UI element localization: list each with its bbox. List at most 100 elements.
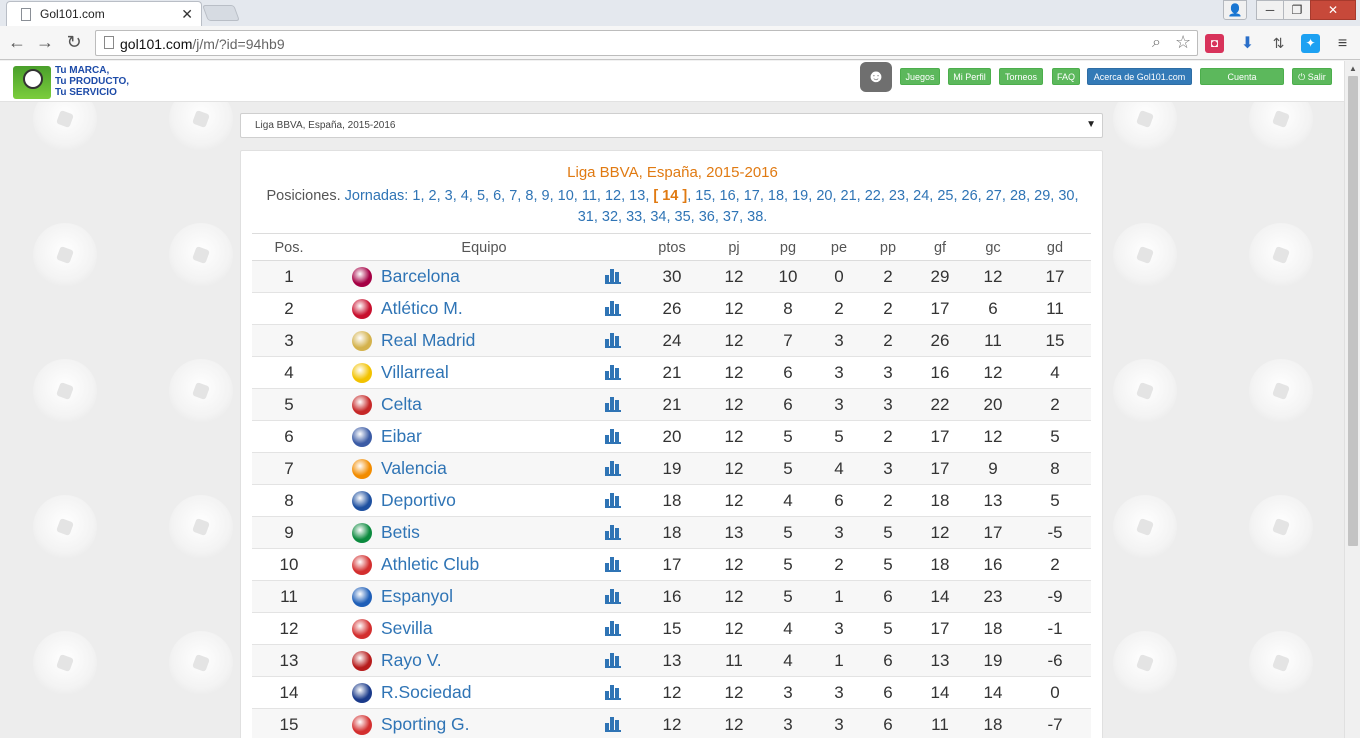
round-link[interactable]: 15 <box>695 188 711 204</box>
nav-mi-perfil-button[interactable]: Mi Perfil <box>948 68 991 85</box>
team-link[interactable]: Sevilla <box>381 618 433 639</box>
nav-about-button[interactable]: Acerca de Gol101.com <box>1087 68 1192 85</box>
round-link[interactable]: 30 <box>1058 188 1074 204</box>
user-profile-icon[interactable]: 👤 <box>1223 0 1247 20</box>
round-link[interactable]: 17 <box>744 188 760 204</box>
bar-chart-icon[interactable] <box>605 717 622 732</box>
bookmark-star-icon[interactable]: ☆ <box>1175 32 1191 53</box>
round-link[interactable]: 5 <box>477 188 485 204</box>
team-link[interactable]: Real Madrid <box>381 330 475 351</box>
nav-logout-button[interactable]: ⏻ Salir <box>1292 68 1332 85</box>
close-window-button[interactable]: ✕ <box>1310 0 1356 20</box>
round-link[interactable]: 4 <box>461 188 469 204</box>
round-link[interactable]: 2 <box>429 188 437 204</box>
round-link[interactable]: 31 <box>578 209 594 225</box>
team-link[interactable]: Atlético M. <box>381 298 463 319</box>
browser-tab[interactable]: Gol101.com ✕ <box>6 1 202 27</box>
address-bar[interactable]: gol101.com/j/m/?id=94hb9 ⌕ ☆ <box>95 30 1198 56</box>
bar-chart-icon[interactable] <box>605 621 622 636</box>
minimize-button[interactable]: ─ <box>1256 0 1284 20</box>
round-link[interactable]: 34 <box>650 209 666 225</box>
round-link[interactable]: 32 <box>602 209 618 225</box>
team-link[interactable]: Valencia <box>381 458 447 479</box>
round-link[interactable]: 3 <box>445 188 453 204</box>
round-link[interactable]: 21 <box>841 188 857 204</box>
bar-chart-icon[interactable] <box>605 269 622 284</box>
round-link[interactable]: 20 <box>816 188 832 204</box>
team-link[interactable]: Espanyol <box>381 586 453 607</box>
cell-pos: 1 <box>284 267 294 286</box>
round-link[interactable]: 37 <box>723 209 739 225</box>
bar-chart-icon[interactable] <box>605 397 622 412</box>
team-link[interactable]: Eibar <box>381 426 422 447</box>
round-link-current[interactable]: [ 14 ] <box>653 188 687 204</box>
round-link[interactable]: 10 <box>558 188 574 204</box>
team-link[interactable]: Sporting G. <box>381 714 470 735</box>
cell-pp: 5 <box>883 523 893 542</box>
bar-chart-icon[interactable] <box>605 301 622 316</box>
team-link[interactable]: Celta <box>381 394 422 415</box>
round-link[interactable]: 6 <box>493 188 501 204</box>
nav-premium-button[interactable]: Cuenta PREMIUM <box>1200 68 1284 99</box>
tab-close-icon[interactable]: ✕ <box>181 6 193 23</box>
bar-chart-icon[interactable] <box>605 685 622 700</box>
menu-icon[interactable]: ≡ <box>1333 34 1352 53</box>
round-link[interactable]: 38 <box>747 209 763 225</box>
round-link[interactable]: 25 <box>937 188 953 204</box>
nav-faq-button[interactable]: FAQ <box>1052 68 1080 85</box>
back-icon[interactable]: ← <box>6 32 28 54</box>
sort-arrows-icon[interactable]: ⇅ <box>1269 34 1288 53</box>
team-link[interactable]: Deportivo <box>381 490 456 511</box>
forward-icon[interactable]: → <box>34 32 56 54</box>
team-link[interactable]: Rayo V. <box>381 650 442 671</box>
nav-juegos-button[interactable]: Juegos <box>900 68 940 85</box>
team-link[interactable]: Villarreal <box>381 362 449 383</box>
round-link[interactable]: 29 <box>1034 188 1050 204</box>
scroll-up-icon[interactable]: ▲ <box>1349 64 1357 73</box>
bar-chart-icon[interactable] <box>605 429 622 444</box>
round-link[interactable]: 12 <box>605 188 621 204</box>
round-link[interactable]: 9 <box>542 188 550 204</box>
round-link[interactable]: 19 <box>792 188 808 204</box>
bar-chart-icon[interactable] <box>605 461 622 476</box>
maximize-button[interactable]: ❐ <box>1283 0 1311 20</box>
extension-icon[interactable]: ◘ <box>1205 34 1224 53</box>
download-icon[interactable]: ⬇ <box>1238 34 1257 53</box>
team-link[interactable]: Athletic Club <box>381 554 479 575</box>
search-icon[interactable]: ⌕ <box>1152 34 1161 52</box>
bar-chart-icon[interactable] <box>605 333 622 348</box>
round-link[interactable]: 18 <box>768 188 784 204</box>
reload-icon[interactable]: ↻ <box>63 32 85 54</box>
round-link[interactable]: 23 <box>889 188 905 204</box>
bar-chart-icon[interactable] <box>605 653 622 668</box>
team-link[interactable]: Betis <box>381 522 420 543</box>
round-link[interactable]: 22 <box>865 188 881 204</box>
round-link[interactable]: 28 <box>1010 188 1026 204</box>
scroll-thumb[interactable] <box>1348 76 1358 546</box>
round-link[interactable]: 11 <box>582 188 597 204</box>
round-link[interactable]: 26 <box>962 188 978 204</box>
round-link[interactable]: 13 <box>629 188 645 204</box>
user-avatar[interactable]: ☻ <box>860 62 892 92</box>
logo[interactable] <box>13 66 51 99</box>
new-tab-button[interactable] <box>202 5 240 21</box>
round-link[interactable]: 16 <box>720 188 736 204</box>
logo-tagline[interactable]: Tu MARCA, Tu PRODUCTO, Tu SERVICIO <box>55 65 129 98</box>
round-link[interactable]: 33 <box>626 209 642 225</box>
round-link[interactable]: 35 <box>675 209 691 225</box>
bar-chart-icon[interactable] <box>605 493 622 508</box>
bar-chart-icon[interactable] <box>605 525 622 540</box>
twitter-icon[interactable]: ✦ <box>1301 34 1320 53</box>
round-link[interactable]: 24 <box>913 188 929 204</box>
page-scrollbar[interactable]: ▲ <box>1344 61 1360 738</box>
bar-chart-icon[interactable] <box>605 365 622 380</box>
team-crest-icon <box>352 459 372 479</box>
league-select[interactable]: Liga BBVA, España, 2015-2016 ▼ <box>240 113 1103 138</box>
round-link[interactable]: 27 <box>986 188 1002 204</box>
nav-torneos-button[interactable]: Torneos <box>999 68 1043 85</box>
round-link[interactable]: 36 <box>699 209 715 225</box>
team-link[interactable]: R.Sociedad <box>381 682 471 703</box>
team-link[interactable]: Barcelona <box>381 266 460 287</box>
bar-chart-icon[interactable] <box>605 557 622 572</box>
bar-chart-icon[interactable] <box>605 589 622 604</box>
